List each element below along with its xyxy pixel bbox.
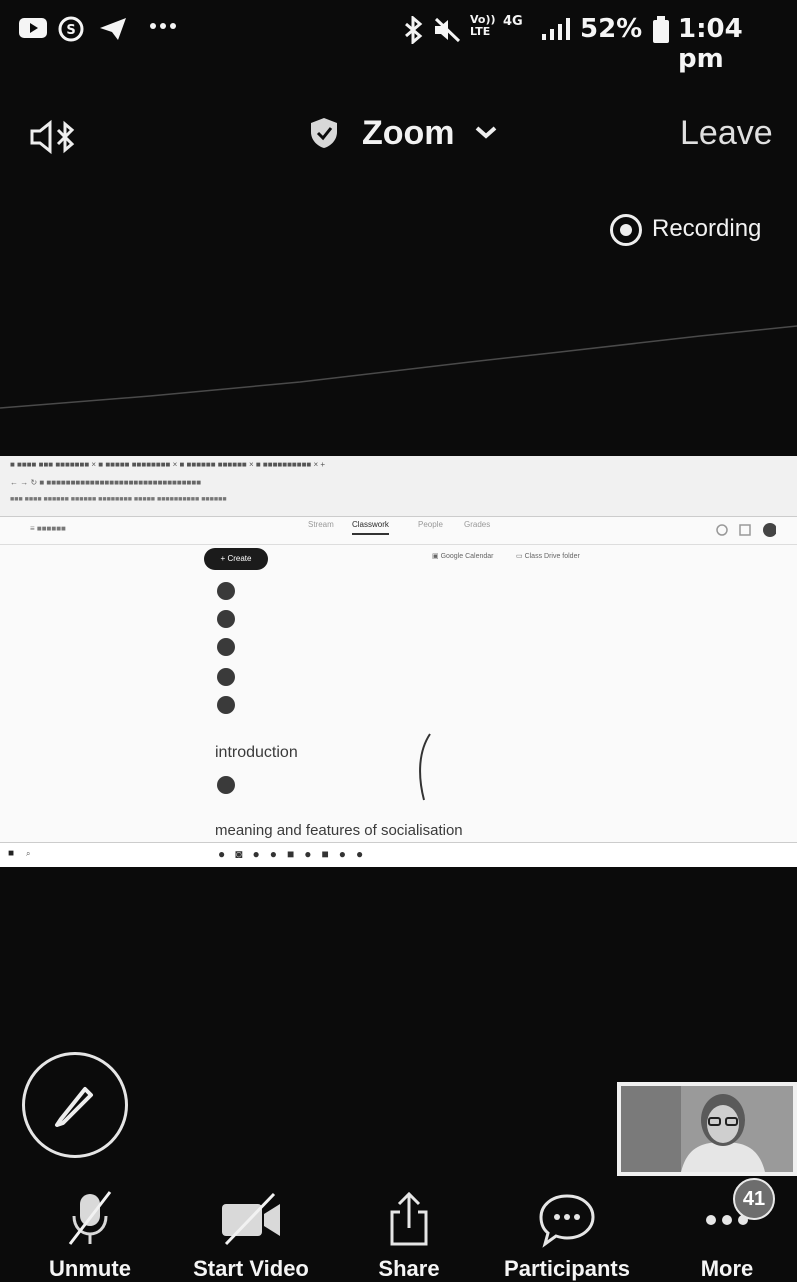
participants-label: Participants	[504, 1256, 630, 1281]
share-button[interactable]: Share	[364, 1190, 454, 1282]
assignment-icon	[217, 610, 235, 628]
bookmarks-bar: ■■■ ■■■■ ■■■■■■ ■■■■■■ ■■■■■■■■ ■■■■■ ■■…	[10, 496, 227, 503]
skype-icon: S	[58, 16, 84, 48]
signal-icon	[540, 16, 574, 48]
annotate-button[interactable]	[22, 1052, 128, 1158]
address-bar[interactable]: ← → ↻ ■ ■■■■■■■■■■■■■■■■■■■■■■■■■■■■■■■■	[10, 478, 201, 487]
meeting-title[interactable]: Zoom	[362, 114, 455, 153]
pen-annotation	[419, 733, 431, 801]
tab-stream[interactable]: Stream	[308, 520, 334, 529]
share-label: Share	[378, 1256, 440, 1281]
shared-screen[interactable]: ■ ■■■■ ■■■ ■■■■■■■ × ■ ■■■■■ ■■■■■■■■ × …	[0, 456, 797, 866]
telegram-icon	[98, 16, 128, 48]
taskbar-apps[interactable]: ●◙●●■●■●●	[218, 847, 373, 861]
leave-button[interactable]: Leave	[680, 114, 773, 153]
class-name: ≡ ■■■■■■	[30, 524, 66, 533]
chevron-down-icon[interactable]	[474, 124, 498, 147]
youtube-icon	[18, 16, 48, 46]
participant-video	[621, 1086, 793, 1172]
classroom-header: ≡ ■■■■■■	[0, 516, 797, 545]
windows-taskbar: ■ ⌕ ●◙●●■●■●●	[0, 842, 797, 867]
calendar-link[interactable]: ▣ Google Calendar	[432, 552, 494, 560]
status-bar: S Vo)) LTE 4G 52% 1:04 pm	[0, 0, 797, 74]
bluetooth-icon	[400, 14, 426, 50]
tab-people[interactable]: People	[418, 520, 443, 529]
more-label: More	[700, 1256, 754, 1281]
muted-microphone-icon	[68, 1191, 112, 1245]
share-icon	[390, 1191, 428, 1246]
windows-start-icon[interactable]: ■	[8, 848, 14, 859]
battery-percent: 52%	[580, 14, 643, 44]
browser-tabs: ■ ■■■■ ■■■ ■■■■■■■ × ■ ■■■■■ ■■■■■■■■ × …	[10, 460, 326, 469]
start-video-label: Start Video	[193, 1256, 309, 1281]
mute-icon	[432, 16, 462, 50]
participants-count-badge: 41	[733, 1178, 775, 1220]
unmute-button[interactable]: Unmute	[40, 1190, 140, 1282]
tab-grades[interactable]: Grades	[464, 520, 490, 529]
self-video-thumbnail[interactable]	[617, 1082, 797, 1176]
speaker-bluetooth-icon[interactable]	[28, 118, 78, 161]
shield-check-icon	[308, 116, 340, 155]
svg-text:S: S	[66, 23, 75, 38]
chat-bubble-icon	[539, 1194, 595, 1248]
tab-classwork[interactable]: Classwork	[352, 520, 389, 535]
recording-icon	[610, 214, 642, 246]
assignment-icon	[217, 696, 235, 714]
battery-icon	[652, 16, 670, 50]
topic-heading: meaning and features of socialisation	[215, 822, 463, 839]
network-type: 4G	[503, 14, 523, 29]
volte-indicator: Vo)) LTE	[470, 13, 496, 38]
participants-button[interactable]: Participants	[494, 1190, 640, 1282]
assignment-icon	[217, 776, 235, 794]
recording-label: Recording	[652, 215, 762, 242]
screen-crack	[0, 325, 797, 409]
drive-folder-link[interactable]: ▭ Class Drive folder	[516, 552, 580, 560]
start-video-button[interactable]: Start Video	[186, 1190, 316, 1282]
assignment-icon	[217, 638, 235, 656]
create-button[interactable]: + Create	[204, 548, 268, 570]
clock: 1:04 pm	[678, 14, 743, 74]
video-off-icon	[222, 1192, 280, 1246]
browser-chrome: ■ ■■■■ ■■■ ■■■■■■■ × ■ ■■■■■ ■■■■■■■■ × …	[0, 456, 797, 517]
topic-heading: introduction	[215, 744, 298, 761]
pencil-icon	[55, 1087, 93, 1127]
assignment-icon	[217, 668, 235, 686]
taskbar-search[interactable]: ⌕	[26, 849, 30, 859]
assignment-icon	[217, 582, 235, 600]
unmute-label: Unmute	[49, 1256, 131, 1281]
more-dots-icon	[148, 12, 178, 44]
apps-icon[interactable]	[716, 522, 777, 543]
